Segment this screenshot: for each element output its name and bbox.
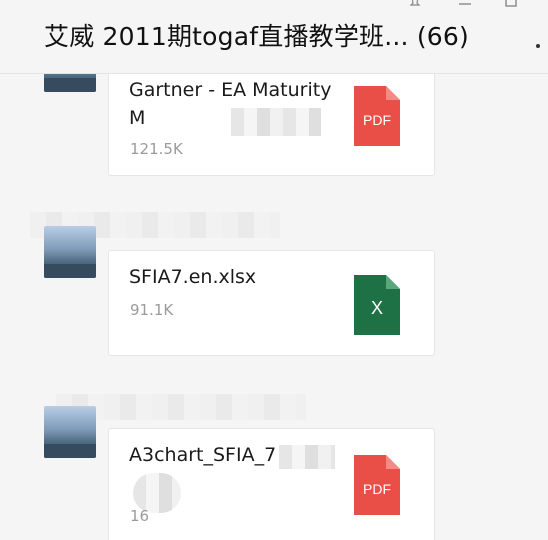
more-options-icon[interactable]	[536, 44, 540, 48]
redaction-blur	[279, 445, 335, 469]
file-type-label: PDF	[363, 481, 391, 497]
pin-icon[interactable]	[408, 0, 424, 10]
minimize-icon[interactable]	[458, 0, 474, 10]
file-message-card[interactable]: Gartner - EA Maturity M 121.5K PDF	[108, 70, 435, 176]
redaction-blur	[231, 108, 321, 136]
file-size: 121.5K	[130, 140, 183, 158]
pdf-file-icon: PDF	[354, 455, 400, 515]
sender-avatar[interactable]	[44, 406, 96, 458]
file-size: 91.1K	[130, 301, 174, 319]
chat-header: 艾威 2011期togaf直播教学班... (66)	[0, 0, 548, 74]
file-type-label: X	[370, 298, 383, 318]
file-message-card[interactable]: A3chart_SFIA_7 16 PDF	[108, 428, 435, 540]
pdf-file-icon: PDF	[354, 86, 400, 146]
chat-window: 艾威 2011期togaf直播教学班... (66) Gartner - EA	[0, 0, 548, 540]
file-type-label: PDF	[363, 112, 391, 128]
maximize-icon[interactable]	[504, 0, 520, 10]
file-name: SFIA7.en.xlsx	[129, 266, 257, 288]
sender-avatar[interactable]	[44, 226, 96, 278]
file-size: 16	[130, 507, 150, 525]
window-controls	[388, 0, 528, 12]
excel-file-icon: X	[354, 275, 400, 335]
file-message-card[interactable]: SFIA7.en.xlsx 91.1K X	[108, 250, 435, 356]
chat-title: 艾威 2011期togaf直播教学班... (66)	[44, 22, 469, 51]
